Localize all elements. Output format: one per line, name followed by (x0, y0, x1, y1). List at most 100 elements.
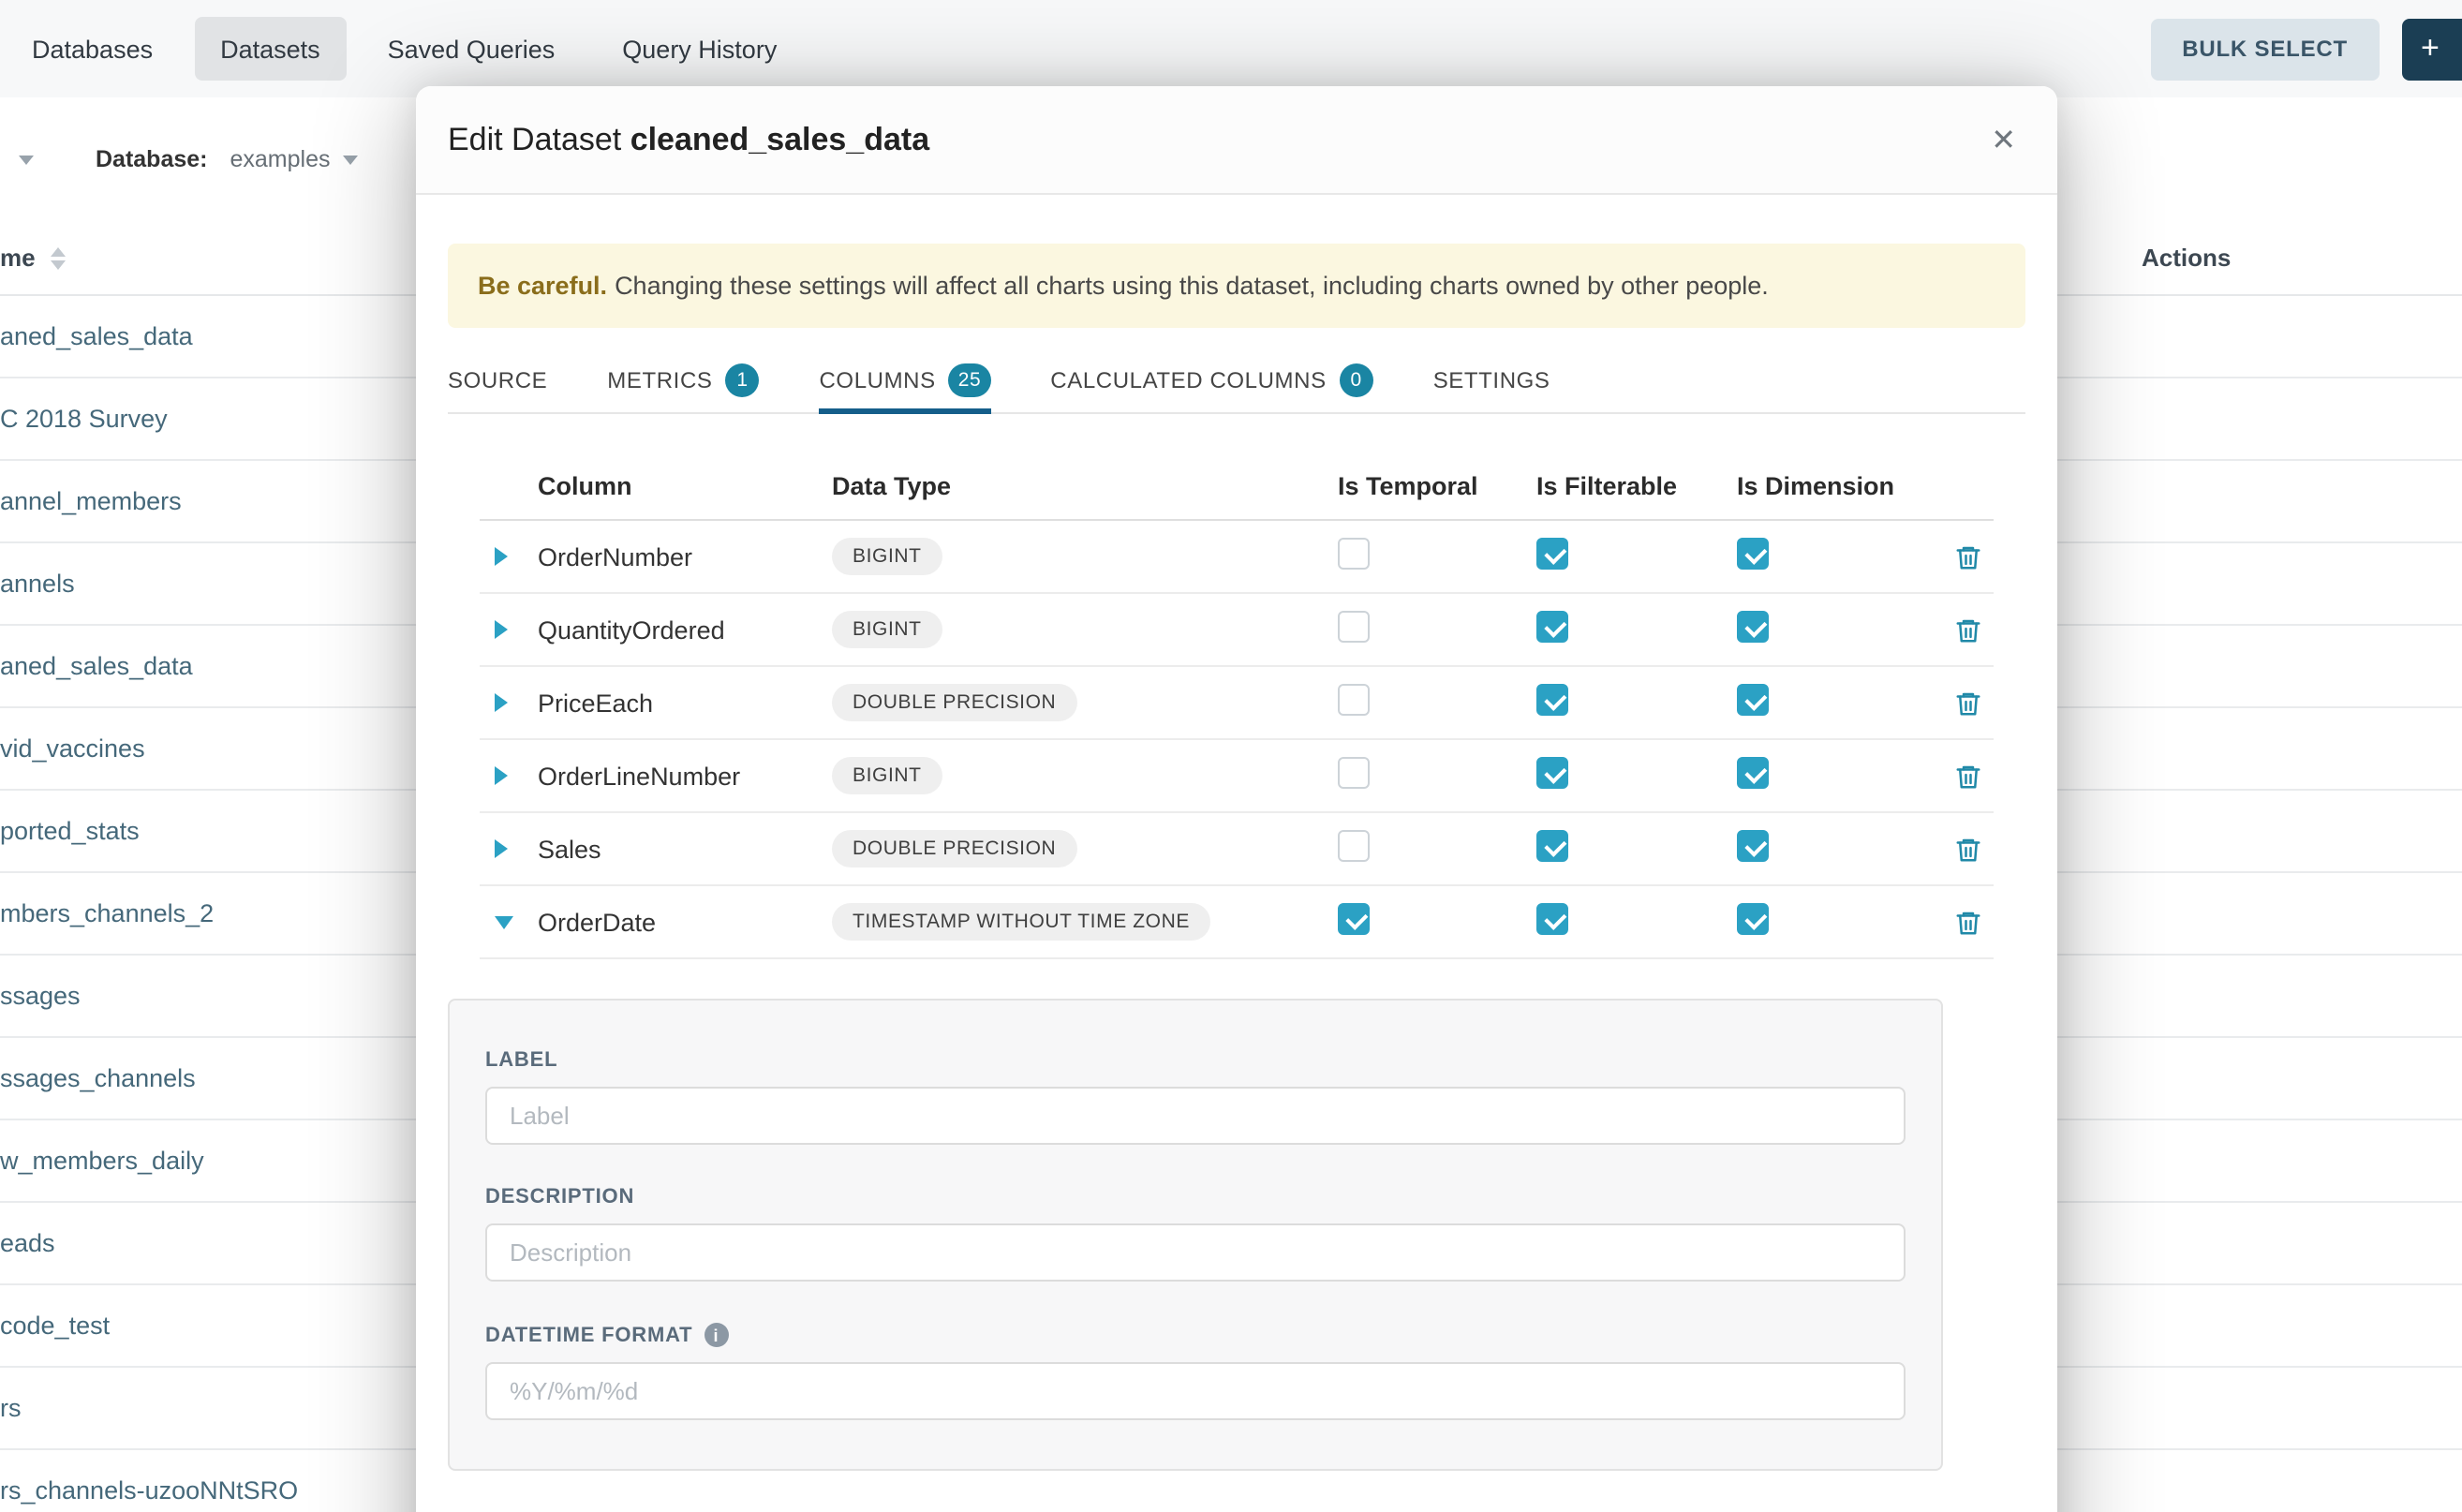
is-temporal-checkbox[interactable] (1338, 611, 1370, 643)
data-type-pill: TIMESTAMP WITHOUT TIME ZONE (832, 903, 1210, 941)
delete-column-icon[interactable] (1953, 542, 1981, 571)
expand-toggle[interactable] (480, 766, 525, 785)
delete-column-icon[interactable] (1953, 762, 1981, 790)
name-column-header[interactable]: me (0, 244, 36, 272)
is-temporal-checkbox[interactable] (1338, 830, 1370, 862)
dataset-name-link[interactable]: vid_vaccines (0, 734, 145, 763)
topnav-actions: BULK SELECT + (2150, 18, 2462, 80)
nav-item-datasets[interactable]: Datasets (194, 17, 347, 81)
caret-icon (495, 620, 508, 639)
expand-toggle[interactable] (480, 547, 525, 566)
bulk-select-button[interactable]: BULK SELECT (2150, 18, 2380, 80)
column-data-type-cell: BIGINT (832, 538, 1338, 575)
chevron-down-icon[interactable] (344, 155, 359, 164)
is-dimension-checkbox[interactable] (1737, 830, 1769, 862)
expand-toggle[interactable] (480, 620, 525, 639)
is-temporal-checkbox[interactable] (1338, 538, 1370, 570)
datetime-format-input[interactable] (485, 1362, 1906, 1420)
dataset-name-link[interactable]: annels (0, 570, 75, 598)
tab-metrics[interactable]: METRICS 1 (607, 347, 759, 412)
column-name: QuantityOrdered (525, 615, 832, 644)
is-temporal-checkbox[interactable] (1338, 684, 1370, 716)
dataset-name-link[interactable]: aned_sales_data (0, 322, 193, 350)
row-actions-cell (1943, 762, 1992, 790)
column-data-type-cell: BIGINT (832, 611, 1338, 648)
dataset-name-link[interactable]: ssages_channels (0, 1064, 196, 1092)
tab-source[interactable]: SOURCE (448, 347, 547, 412)
expand-toggle[interactable] (480, 693, 525, 712)
close-icon[interactable]: ✕ (1991, 121, 2016, 158)
is-filterable-checkbox[interactable] (1536, 757, 1568, 789)
is-dimension-cell (1737, 757, 1943, 794)
column-header: Column (525, 471, 832, 499)
is-filterable-cell (1536, 611, 1737, 648)
is-dimension-checkbox[interactable] (1737, 538, 1769, 570)
dataset-name-link[interactable]: ssages (0, 982, 81, 1010)
caret-icon (495, 839, 508, 858)
database-filter-value[interactable]: examples (230, 146, 331, 172)
tab-count-badge: 0 (1340, 363, 1373, 396)
expand-toggle[interactable] (480, 915, 525, 928)
delete-column-icon[interactable] (1953, 835, 1981, 863)
nav-item-saved-queries[interactable]: Saved Queries (362, 17, 582, 81)
is-filterable-checkbox[interactable] (1536, 611, 1568, 643)
label-field-label: LABEL (485, 1049, 1906, 1072)
is-dimension-checkbox[interactable] (1737, 684, 1769, 716)
dataset-name-link[interactable]: rs_channels-uzooNNtSRO (0, 1476, 298, 1505)
tab-settings[interactable]: SETTINGS (1433, 347, 1550, 412)
info-icon[interactable]: i (704, 1323, 728, 1347)
dataset-name-link[interactable]: w_members_daily (0, 1147, 204, 1175)
edit-dataset-modal: Edit Dataset cleaned_sales_data ✕ Be car… (416, 86, 2057, 1512)
dataset-name-link[interactable]: aned_sales_data (0, 652, 193, 680)
modal-title: Edit Dataset cleaned_sales_data (448, 121, 929, 158)
row-actions-cell (1943, 908, 1992, 936)
data-type-pill: BIGINT (832, 538, 942, 575)
expand-toggle[interactable] (480, 839, 525, 858)
warning-text: Changing these settings will affect all … (615, 272, 1769, 300)
label-input[interactable] (485, 1087, 1906, 1145)
is-filterable-cell (1536, 538, 1737, 575)
is-filterable-checkbox[interactable] (1536, 684, 1568, 716)
column-name: OrderNumber (525, 542, 832, 571)
is-dimension-cell (1737, 903, 1943, 941)
is-filterable-checkbox[interactable] (1536, 538, 1568, 570)
dataset-name-link[interactable]: ported_stats (0, 817, 140, 845)
is-dimension-checkbox[interactable] (1737, 903, 1769, 935)
is-temporal-header: Is Temporal (1338, 471, 1536, 499)
is-temporal-checkbox[interactable] (1338, 757, 1370, 789)
is-dimension-checkbox[interactable] (1737, 611, 1769, 643)
tab-columns[interactable]: COLUMNS 25 (820, 347, 991, 412)
description-input[interactable] (485, 1223, 1906, 1282)
is-dimension-checkbox[interactable] (1737, 757, 1769, 789)
tab-calculated-columns[interactable]: CALCULATED COLUMNS 0 (1050, 347, 1372, 412)
row-actions-cell (1943, 615, 1992, 644)
dataset-name-link[interactable]: C 2018 Survey (0, 405, 168, 433)
column-row: OrderLineNumber BIGINT (480, 740, 1994, 813)
nav-item-databases[interactable]: Databases (6, 17, 179, 81)
data-type-pill: BIGINT (832, 757, 942, 794)
is-filterable-checkbox[interactable] (1536, 903, 1568, 935)
delete-column-icon[interactable] (1953, 689, 1981, 717)
column-name: Sales (525, 835, 832, 863)
datetime-format-field-label: DATETIME FORMAT i (485, 1323, 1906, 1347)
is-dimension-cell (1737, 611, 1943, 648)
is-filterable-cell (1536, 684, 1737, 721)
dataset-name-link[interactable]: mbers_channels_2 (0, 899, 214, 927)
add-dataset-button[interactable]: + (2402, 18, 2462, 80)
is-temporal-checkbox[interactable] (1338, 903, 1370, 935)
is-filterable-checkbox[interactable] (1536, 830, 1568, 862)
description-field-group: DESCRIPTION (485, 1186, 1906, 1282)
nav-item-query-history[interactable]: Query History (596, 17, 803, 81)
dataset-name-link[interactable]: rs (0, 1394, 22, 1422)
delete-column-icon[interactable] (1953, 908, 1981, 936)
chevron-down-icon[interactable] (19, 155, 34, 164)
modal-body: Be careful.Changing these settings will … (416, 244, 2057, 1471)
dataset-name-link[interactable]: eads (0, 1229, 55, 1257)
actions-column-header: Actions (2142, 244, 2231, 272)
column-data-type-cell: DOUBLE PRECISION (832, 684, 1338, 721)
dataset-name-link[interactable]: code_test (0, 1312, 110, 1340)
is-temporal-cell (1338, 538, 1536, 575)
dataset-name-link[interactable]: annel_members (0, 487, 182, 515)
delete-column-icon[interactable] (1953, 615, 1981, 644)
sort-icon[interactable] (51, 246, 66, 269)
